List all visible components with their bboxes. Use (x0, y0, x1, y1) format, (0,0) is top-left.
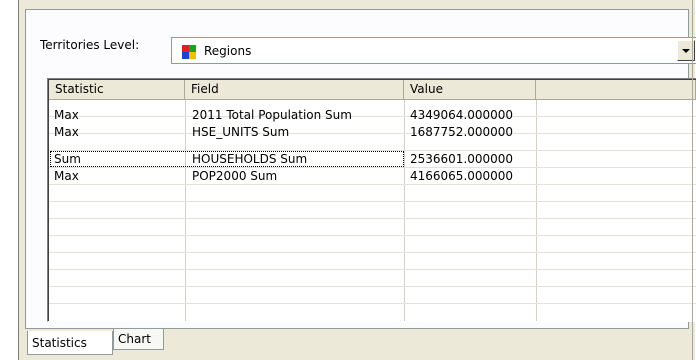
field-cell: 2011 Total Population Sum (192, 108, 352, 122)
territories-level-value: Regions (204, 44, 252, 58)
statistic-cell: Max (54, 125, 79, 139)
row-divider (49, 303, 696, 304)
territories-level-label: Territories Level: (40, 38, 140, 52)
value-cell: 2536601.000000 (410, 152, 514, 166)
row-divider (49, 252, 696, 253)
column-header-empty (536, 80, 696, 100)
row-divider (49, 235, 696, 236)
value-cell: 4349064.000000 (410, 108, 514, 122)
statistic-cell: Max (54, 169, 79, 183)
dialog-border (692, 0, 693, 360)
tab-label: Chart (118, 332, 151, 346)
tab-chart[interactable]: Chart (113, 328, 164, 350)
row-divider (49, 116, 696, 117)
territory-statistics-dialog: Territories Level: Regions Statistic Fie… (18, 0, 696, 360)
row-divider (49, 184, 696, 185)
statistic-cell: Max (54, 108, 79, 122)
row-divider (49, 201, 696, 202)
row-divider (49, 286, 696, 287)
row-divider (49, 133, 696, 134)
column-header-statistic[interactable]: Statistic (49, 80, 185, 100)
column-header-value[interactable]: Value (404, 80, 536, 100)
tab-statistics[interactable]: Statistics (27, 331, 113, 355)
row-divider (49, 167, 696, 168)
row-divider (49, 218, 696, 219)
statistics-panel: Territories Level: Regions Statistic Fie… (25, 9, 696, 329)
statistic-cell: Sum (54, 152, 81, 166)
field-cell: POP2000 Sum (192, 169, 278, 183)
layer-icon (182, 45, 196, 59)
value-cell: 4166065.000000 (410, 169, 514, 183)
territories-level-dropdown[interactable]: Regions (171, 37, 696, 64)
statistics-table[interactable]: Statistic Field Value Max 2011 Total Pop… (47, 78, 696, 322)
field-cell: HOUSEHOLDS Sum (192, 152, 308, 166)
column-header-field[interactable]: Field (185, 80, 404, 100)
value-cell: 1687752.000000 (410, 125, 514, 139)
tab-label: Statistics (32, 336, 87, 350)
row-divider (49, 269, 696, 270)
field-cell: HSE_UNITS Sum (192, 125, 290, 139)
